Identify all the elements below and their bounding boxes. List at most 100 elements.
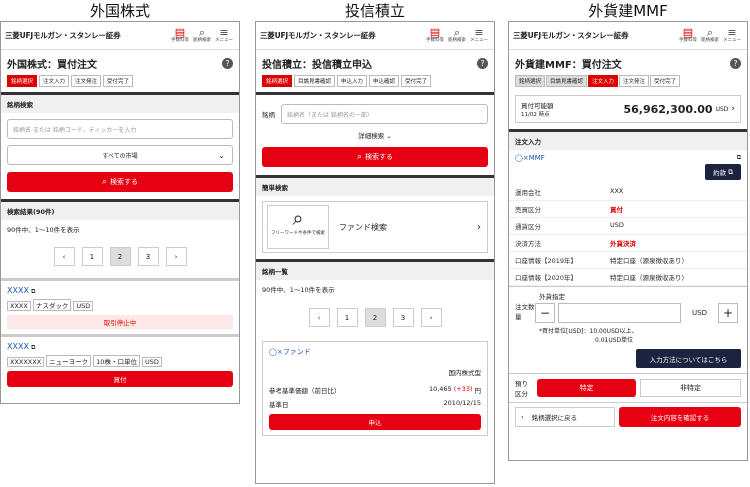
page-title: 投信積立：投信積立申込 bbox=[262, 60, 372, 71]
column-title-foreign-mmf: 外貨建MMF bbox=[588, 2, 668, 20]
tag: ナスダック bbox=[32, 299, 72, 311]
panel-foreign-stock: 三菱UFJモルガン・スタンレー証券 ▤ 手数料等 ⌕ 銘柄検索 ≡ メニュー 外国株式… bbox=[0, 21, 240, 404]
step-item: 銘柄選択 bbox=[7, 75, 38, 87]
step-item: 注文入力 bbox=[39, 75, 70, 87]
deposit-type-label: 預り区分 bbox=[515, 380, 528, 398]
detail-row: 決済方法 外貨決済 bbox=[509, 235, 747, 252]
search-icon: ⌕ bbox=[356, 152, 363, 162]
order-details: 運用会社 XXX 売買区分 買付 通貨区分 USD 決済方法 外貨決済 口座情報【201… bbox=[509, 184, 747, 286]
step-item: 注文発注 bbox=[619, 75, 650, 87]
menu-button[interactable]: ≡ メニュー bbox=[468, 27, 490, 43]
fund-card: ◯×ファンド 国内株式型 参考基準価額（前日比） 10,465 (+33) 円 基準日… bbox=[262, 341, 488, 436]
decrement-button[interactable]: − bbox=[535, 303, 555, 323]
search-icon: ⌕ bbox=[198, 26, 206, 40]
detail-row: 運用会社 XXX bbox=[509, 184, 747, 201]
stock-name-link[interactable]: XXXX bbox=[7, 342, 29, 351]
non-tokutei-option[interactable]: 非特定 bbox=[640, 379, 741, 397]
increment-button[interactable]: + bbox=[717, 303, 738, 323]
prev-page-button[interactable]: ‹ bbox=[53, 247, 75, 266]
result-count: 90件中、1〜10件を表示 bbox=[262, 286, 335, 294]
brand-logo: 三菱UFJモルガン・スタンレー証券 bbox=[5, 31, 121, 40]
detail-row: 口座情報【2019年】 特定口座（源泉徴収あり） bbox=[509, 252, 747, 269]
step-item: 受付完了 bbox=[650, 75, 681, 87]
fund-name-link[interactable]: ◯×MMF bbox=[515, 154, 705, 162]
section-header-fund-list: 銘柄一覧 bbox=[256, 259, 494, 280]
fund-name-label: 銘柄 bbox=[262, 111, 275, 119]
quantity-input[interactable] bbox=[558, 303, 681, 323]
risk-fee-link[interactable]: ▤ 手数料等 bbox=[424, 27, 446, 43]
step-item: 目論見書確認 bbox=[546, 75, 588, 87]
symbol-search-input[interactable]: 銘柄名 または 銘柄コード、ティッカーを入力 bbox=[7, 119, 233, 139]
detail-row: 口座情報【2020年】 特定口座（源泉徴収あり） bbox=[509, 269, 747, 286]
tokutei-option[interactable]: 特定 bbox=[537, 379, 636, 397]
apply-button[interactable]: 申込 bbox=[269, 414, 481, 430]
step-item: 受付完了 bbox=[103, 75, 134, 87]
menu-button[interactable]: ≡ メニュー bbox=[213, 27, 235, 43]
confirm-order-button[interactable]: 注文内容を確認する bbox=[619, 407, 741, 427]
step-item: 受付完了 bbox=[401, 75, 432, 87]
risk-fee-link[interactable]: ▤ 手数料等 bbox=[677, 27, 699, 43]
quantity-unit: USD bbox=[692, 309, 707, 317]
fund-search-card[interactable]: ⌕ フリーワードや条件で検索 ファンド検索 › bbox=[262, 201, 488, 253]
fund-type: 国内株式型 bbox=[448, 369, 482, 377]
page-button[interactable]: 1 bbox=[81, 247, 103, 266]
step-indicator: 銘柄選択 注文入力 注文発注 受付完了 bbox=[1, 73, 239, 92]
step-item: 注文入力 bbox=[588, 75, 619, 87]
page-button-current[interactable]: 2 bbox=[109, 247, 131, 266]
search-button[interactable]: ⌕ 検索する bbox=[262, 147, 488, 167]
section-header-search: 銘柄検索 bbox=[1, 92, 239, 113]
chevron-right-icon: › bbox=[477, 221, 481, 233]
section-header-results: 検索結果(90件) bbox=[1, 199, 239, 220]
section-header-simple-search: 簡単検索 bbox=[256, 175, 494, 196]
menu-button[interactable]: ≡ メニュー bbox=[721, 27, 743, 43]
next-page-button[interactable]: › bbox=[165, 247, 187, 266]
symbol-search-link[interactable]: ⌕ 銘柄検索 bbox=[446, 27, 468, 43]
next-page-button[interactable]: › bbox=[420, 308, 442, 327]
chevron-down-icon: ⌄ bbox=[386, 132, 392, 140]
terms-button[interactable]: 約款 ⧉ bbox=[705, 164, 741, 180]
page-button[interactable]: 3 bbox=[137, 247, 159, 266]
back-button[interactable]: ‹ 銘柄選択に戻る bbox=[515, 407, 615, 427]
chevron-down-icon: ⌄ bbox=[218, 150, 225, 160]
nav-label: 参考基準価額（前日比） bbox=[269, 387, 341, 395]
menu-icon: ≡ bbox=[219, 26, 229, 40]
fund-search-label: ファンド検索 bbox=[339, 222, 387, 232]
symbol-search-link[interactable]: ⌕ 銘柄検索 bbox=[699, 27, 721, 43]
help-icon[interactable]: ? bbox=[730, 58, 741, 69]
buying-power-unit: USD bbox=[715, 105, 729, 113]
symbol-search-link[interactable]: ⌕ 銘柄検索 bbox=[191, 27, 213, 43]
search-icon: ⌕ bbox=[453, 26, 461, 40]
tag: XXXX bbox=[7, 301, 31, 311]
market-select[interactable]: すべての市場 ⌄ bbox=[7, 145, 233, 165]
buy-button[interactable]: 買付 bbox=[7, 371, 233, 387]
risk-fee-link[interactable]: ▤ 手数料等 bbox=[169, 27, 191, 43]
date-value: 2010/12/15 bbox=[443, 399, 481, 407]
prev-page-button[interactable]: ‹ bbox=[308, 308, 330, 327]
stock-name-link[interactable]: XXXX bbox=[7, 286, 29, 295]
tag: 10株・口単位 bbox=[93, 355, 140, 367]
page-title: 外貨建MMF：買付注文 bbox=[515, 60, 622, 71]
help-icon[interactable]: ? bbox=[477, 58, 488, 69]
fund-name-link[interactable]: ◯×ファンド bbox=[269, 347, 481, 357]
external-link-icon: ⧉ bbox=[31, 344, 36, 351]
risk-icon: ▤ bbox=[429, 26, 441, 40]
page-button[interactable]: 1 bbox=[336, 308, 358, 327]
input-help-button[interactable]: 入力方法についてはこちら bbox=[636, 349, 741, 368]
search-icon: ⌕ bbox=[706, 26, 714, 40]
fund-name-input[interactable]: 銘柄名（または 銘柄名の一部） bbox=[281, 104, 488, 124]
app-header: 三菱UFJモルガン・スタンレー証券 ▤ 手数料等 ⌕ 銘柄検索 ≡ メニュー bbox=[256, 22, 494, 50]
quantity-label: 注文数量 bbox=[515, 303, 535, 321]
buying-power-box[interactable]: 買付可能額 11/02 時点 56,962,300.00 USD › bbox=[515, 95, 741, 123]
unit-note-2: 0.01USD単位 bbox=[595, 337, 634, 344]
step-item: 銘柄選択 bbox=[262, 75, 293, 87]
detail-row: 売買区分 買付 bbox=[509, 201, 747, 218]
panel-foreign-mmf: 三菱UFJモルガン・スタンレー証券 ▤ 手数料等 ⌕ 銘柄検索 ≡ メニュー 外貨建M… bbox=[508, 21, 748, 461]
tag: ニューヨーク bbox=[46, 355, 92, 367]
detail-search-toggle[interactable]: 詳細検索 ⌄ bbox=[256, 127, 494, 143]
pagination: ‹ 1 2 3 › bbox=[256, 298, 494, 341]
brand-logo: 三菱UFJモルガン・スタンレー証券 bbox=[513, 31, 629, 40]
help-icon[interactable]: ? bbox=[222, 58, 233, 69]
page-button[interactable]: 3 bbox=[392, 308, 414, 327]
search-button[interactable]: ⌕ 検索する bbox=[7, 172, 233, 192]
page-button-current[interactable]: 2 bbox=[364, 308, 386, 327]
